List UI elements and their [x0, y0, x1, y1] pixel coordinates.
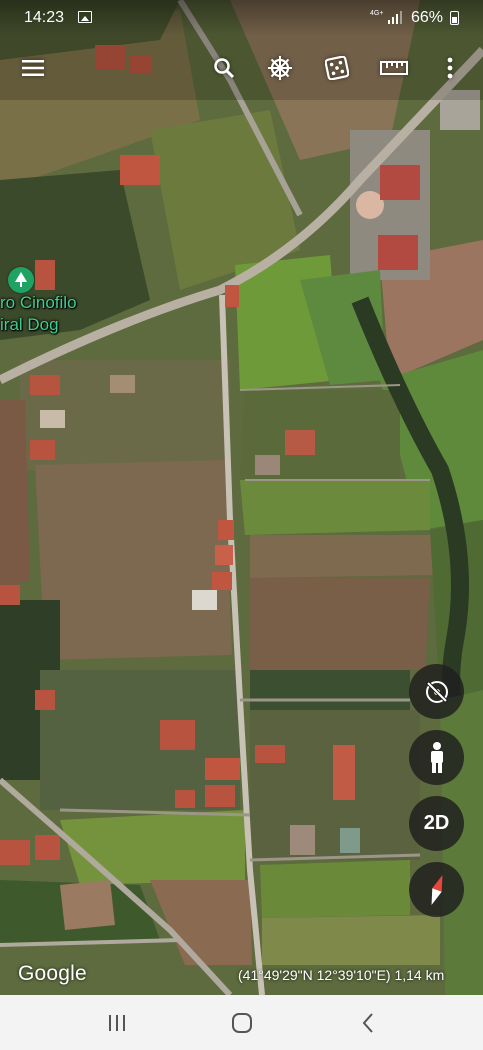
compass-button[interactable]: [409, 862, 464, 917]
measure-button[interactable]: [374, 48, 414, 88]
google-logo: Google: [18, 962, 87, 985]
status-bar: 14:23 4G+ 66%: [0, 0, 483, 36]
street-view-button[interactable]: [409, 730, 464, 785]
back-button[interactable]: [343, 1007, 393, 1039]
status-time: 14:23: [24, 9, 65, 26]
recent-apps-button[interactable]: [92, 1007, 142, 1039]
gallery-icon: [78, 11, 92, 23]
reset-orientation-icon: [425, 680, 448, 703]
battery-percent: 66%: [411, 9, 444, 26]
random-button[interactable]: [317, 48, 357, 88]
measure-ruler-icon: [380, 61, 408, 75]
view-mode-label: 2D: [423, 812, 450, 834]
tree-icon: [15, 272, 27, 287]
system-nav-bar: [0, 995, 483, 1050]
recent-apps-icon: [109, 1015, 125, 1031]
voyager-button[interactable]: [260, 48, 300, 88]
more-button[interactable]: [430, 48, 470, 88]
back-icon: [362, 1013, 373, 1033]
tree-pin-icon[interactable]: [8, 267, 34, 293]
satellite-imagery: [0, 0, 483, 995]
place-label[interactable]: ro Cinofilo iral Dog: [0, 292, 77, 336]
random-dice-icon: [325, 56, 349, 80]
battery-icon: [450, 11, 459, 25]
pegman-icon: [430, 741, 443, 773]
menu-button[interactable]: [13, 48, 53, 88]
search-button[interactable]: [204, 48, 244, 88]
search-icon: [214, 58, 235, 79]
voyager-icon: [268, 56, 292, 80]
view-mode-button[interactable]: 2D: [409, 796, 464, 851]
top-toolbar: [0, 48, 483, 88]
signal-icon: [388, 11, 402, 24]
satellite-map[interactable]: ro Cinofilo iral Dog 2D Google (41°49'29"…: [0, 0, 483, 995]
coordinates-scale: (41°49'29"N 12°39'10"E) 1,14 km: [238, 967, 445, 983]
home-icon: [232, 1013, 252, 1033]
reset-orientation-button[interactable]: [409, 664, 464, 719]
home-button[interactable]: [217, 1007, 267, 1039]
menu-icon: [22, 60, 44, 76]
place-label-line2: iral Dog: [0, 315, 59, 334]
place-label-line1: ro Cinofilo: [0, 293, 77, 312]
network-type: 4G+: [370, 10, 384, 17]
more-vert-icon: [447, 57, 453, 79]
compass-icon: [431, 874, 442, 905]
